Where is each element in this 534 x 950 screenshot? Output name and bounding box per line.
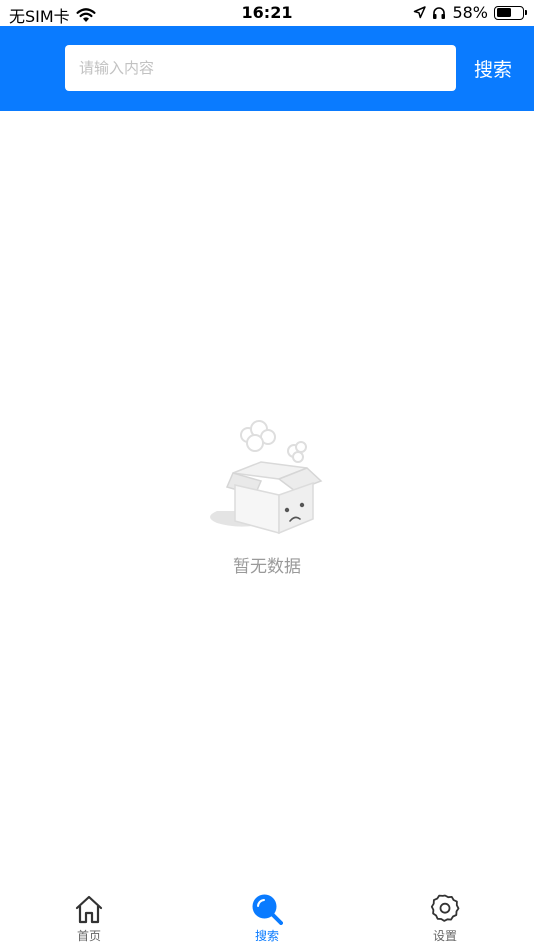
tab-settings-label: 设置 [432,929,457,943]
status-right: 58% [413,3,527,22]
empty-message: 暂无数据 [233,557,301,577]
battery-icon [494,5,527,20]
empty-box-icon [210,420,323,535]
tab-search-label: 搜索 [254,929,279,943]
battery-fill [496,8,511,17]
gear-icon [430,894,460,922]
search-header: 搜索 [0,26,534,111]
empty-state: 暂无数据 [0,415,534,577]
tab-search[interactable]: 搜索 [178,885,356,950]
tab-home[interactable]: 首页 [0,885,178,950]
status-bar: 无SIM卡 16:21 58% [0,0,534,26]
battery-percent: 58% [452,3,488,22]
search-input[interactable] [65,45,456,91]
headphones-icon [433,6,446,19]
search-button[interactable]: 搜索 [474,55,512,82]
search-icon [252,894,283,925]
tab-home-label: 首页 [76,929,101,943]
location-arrow-icon [414,6,427,19]
tab-bar: 首页 搜索 设置 [0,885,534,950]
home-icon [75,895,103,924]
tab-settings[interactable]: 设置 [356,885,534,950]
